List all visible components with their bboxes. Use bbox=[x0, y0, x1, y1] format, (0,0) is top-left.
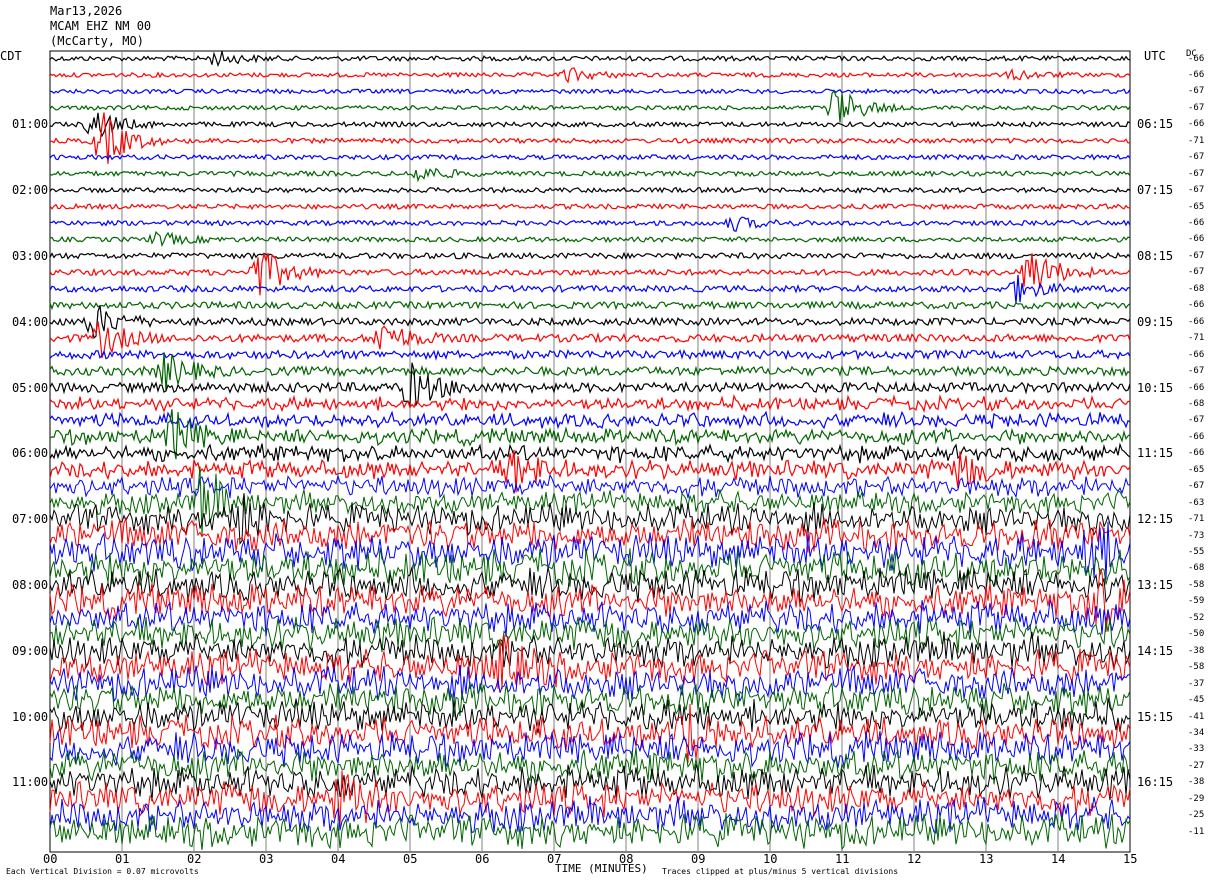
seismic-trace bbox=[49, 67, 1131, 84]
seismic-trace bbox=[49, 348, 1131, 361]
seismic-trace bbox=[49, 631, 1131, 670]
seismic-trace bbox=[49, 394, 1131, 413]
seismic-trace bbox=[49, 251, 1131, 261]
seismic-trace bbox=[49, 442, 1131, 464]
seismic-trace bbox=[49, 89, 1131, 123]
seismic-trace bbox=[49, 202, 1130, 211]
seismic-trace bbox=[49, 305, 1131, 340]
seismic-trace bbox=[49, 547, 1131, 588]
seismic-trace bbox=[49, 186, 1131, 194]
seismic-trace bbox=[49, 763, 1131, 802]
seismic-trace bbox=[49, 51, 1131, 68]
x-axis-title: TIME (MINUTES) bbox=[555, 862, 648, 875]
seismic-trace bbox=[49, 216, 1131, 232]
seismic-trace bbox=[49, 274, 1131, 304]
seismic-trace bbox=[49, 112, 1131, 164]
seismic-trace bbox=[49, 449, 1131, 493]
seismic-trace bbox=[49, 796, 1131, 834]
footer-scale-note: Each Vertical Division = 0.07 microvolts bbox=[6, 867, 199, 876]
seismic-trace bbox=[49, 410, 1131, 430]
footer-clip-note: Traces clipped at plus/minus 5 vertical … bbox=[662, 867, 899, 876]
seismic-trace bbox=[49, 300, 1131, 311]
seismic-trace bbox=[49, 153, 1131, 161]
seismogram-plot bbox=[49, 50, 1131, 853]
seismic-trace bbox=[49, 167, 1131, 183]
seismic-trace bbox=[49, 112, 1131, 138]
seismic-trace bbox=[49, 730, 1131, 768]
seismic-trace bbox=[49, 493, 1131, 545]
seismic-trace bbox=[49, 230, 1131, 248]
seismic-trace bbox=[49, 87, 1131, 95]
